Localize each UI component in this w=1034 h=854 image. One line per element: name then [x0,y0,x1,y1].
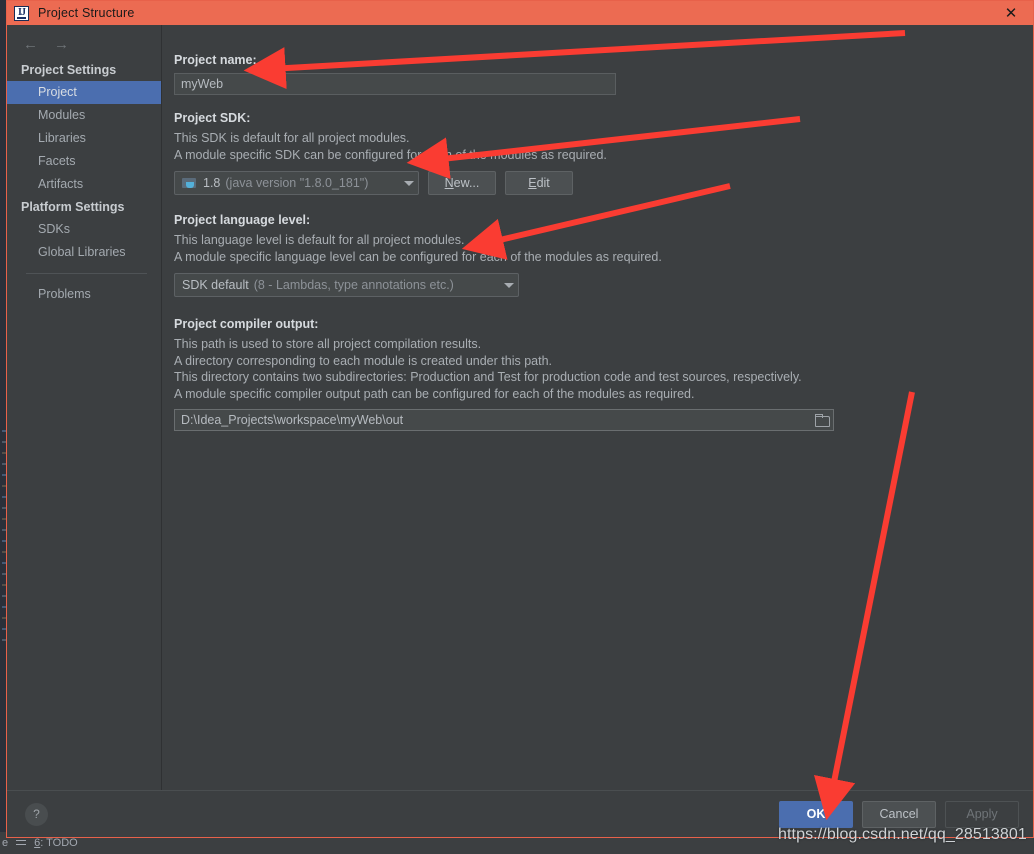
chevron-down-icon [504,282,514,288]
project-sdk-desc-2: A module specific SDK can be configured … [174,147,607,162]
sidebar-divider [26,273,147,274]
settings-main-panel: Project name: myWeb Project SDK: This SD… [162,25,1033,790]
language-level-value: SDK default [182,278,249,292]
edit-button-mnemonic: E [528,176,537,190]
compiler-output-desc-1: This path is used to store all project c… [174,337,482,351]
sidebar-item-sdks[interactable]: SDKs [7,218,161,241]
language-level-label: Project language level: [174,213,311,227]
dialog-actions: OK Cancel Apply [779,800,1019,828]
language-level-desc-1: This language level is default for all p… [174,233,465,247]
dialog-body: ← → Project Settings Project Modules Lib… [7,25,1033,790]
new-button-mnemonic: N [444,176,454,190]
project-sdk-value: 1.8 [203,176,221,190]
compiler-output-path-input[interactable]: D:\Idea_Projects\workspace\myWeb\out [174,409,834,431]
language-level-section: Project language level: This language le… [174,213,1033,297]
sidebar-item-facets[interactable]: Facets [7,150,161,173]
app-icon-text: IJ [18,7,26,18]
language-level-desc-2: A module specific language level can be … [174,249,662,264]
sidebar-item-libraries[interactable]: Libraries [7,127,161,150]
compiler-output-section: Project compiler output: This path is us… [174,317,1033,431]
apply-button: Apply [945,800,1019,828]
navigation-arrows: ← → [7,29,161,59]
language-level-dropdown[interactable]: SDK default (8 - Lambdas, type annotatio… [174,273,519,297]
project-name-label: Project name: [174,53,257,67]
new-sdk-button[interactable]: New... [428,171,496,195]
dialog-title: Project Structure [38,6,135,20]
sidebar-item-project[interactable]: Project [7,81,161,104]
java-sdk-icon [182,177,197,190]
compiler-output-desc-4: A module specific compiler output path c… [174,386,695,401]
project-sdk-version: (java version "1.8.0_181") [225,176,369,190]
compiler-output-desc-2: A directory corresponding to each module… [174,353,552,368]
forward-arrow-icon[interactable]: → [54,37,69,52]
chevron-down-icon [404,180,414,186]
project-structure-dialog: IJ Project Structure ✕ ← → Project Setti… [6,0,1034,838]
sidebar-item-problems[interactable]: Problems [7,283,161,306]
back-arrow-icon[interactable]: ← [23,37,38,52]
sidebar-group-platform-settings: Platform Settings [21,200,125,214]
compiler-output-path-value: D:\Idea_Projects\workspace\myWeb\out [181,413,404,427]
close-icon[interactable]: ✕ [989,1,1033,25]
edit-sdk-button[interactable]: Edit [505,171,573,195]
new-button-rest: ew... [453,176,480,190]
project-sdk-dropdown[interactable]: 1.8 (java version "1.8.0_181") [174,171,419,195]
settings-sidebar: ← → Project Settings Project Modules Lib… [7,25,162,790]
dialog-title-bar: IJ Project Structure ✕ [7,1,1033,25]
sidebar-group-project-settings: Project Settings [21,63,117,77]
project-sdk-label: Project SDK: [174,111,251,125]
language-level-detail: (8 - Lambdas, type annotations etc.) [253,278,454,292]
intellij-idea-icon: IJ [14,5,29,21]
edit-button-rest: dit [536,176,550,190]
todo-label: : TODO [40,837,78,849]
status-bar-left-text: e [2,837,9,849]
project-name-input[interactable]: myWeb [174,73,616,95]
folder-icon[interactable] [814,413,830,427]
project-sdk-controls: 1.8 (java version "1.8.0_181") New... Ed… [174,171,1033,195]
compiler-output-desc-3: This directory contains two subdirectori… [174,370,802,384]
watermark-url: https://blog.csdn.net/qq_28513801 [778,826,1027,843]
status-bar-todo[interactable]: 6: TODO [34,837,78,849]
sidebar-item-global-libraries[interactable]: Global Libraries [7,241,161,264]
ok-button[interactable]: OK [779,800,853,828]
help-button[interactable]: ? [25,802,48,826]
sidebar-item-modules[interactable]: Modules [7,104,161,127]
project-sdk-section: Project SDK: This SDK is default for all… [174,111,1033,195]
sidebar-item-artifacts[interactable]: Artifacts [7,173,161,196]
compiler-output-label: Project compiler output: [174,317,319,331]
todo-icon [16,839,27,848]
project-sdk-desc-1: This SDK is default for all project modu… [174,131,410,145]
project-name-section: Project name: myWeb [174,53,1033,95]
cancel-button[interactable]: Cancel [862,800,936,828]
